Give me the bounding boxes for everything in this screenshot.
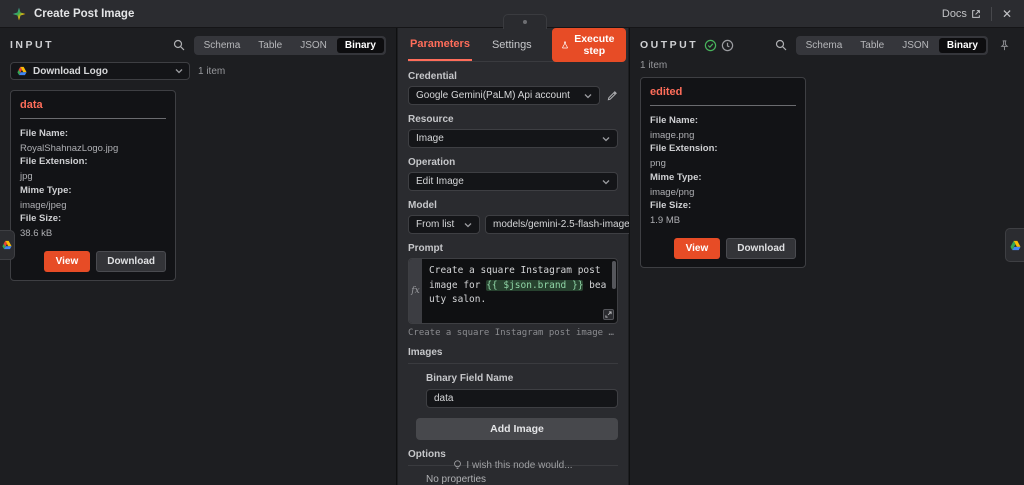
field-value: image.png <box>650 129 796 143</box>
input-panel: INPUT Schema Table JSON Binary Downl <box>0 28 397 485</box>
input-node-selector-value: Download Logo <box>33 66 169 77</box>
fx-icon: fx <box>411 286 419 296</box>
input-display-mode-tabs: Schema Table JSON Binary <box>194 36 386 55</box>
google-drive-icon <box>2 240 12 250</box>
google-drive-icon <box>1010 240 1021 251</box>
credential-select[interactable]: Google Gemini(PaLM) Api account <box>408 86 600 105</box>
field-label: File Extension: <box>650 142 796 157</box>
prompt-expression-editor[interactable]: fx Create a square Instagram post image … <box>408 258 618 324</box>
field-value: image/png <box>650 186 796 200</box>
close-icon[interactable]: ✕ <box>1002 7 1012 21</box>
canvas-node-stub-left[interactable] <box>0 230 15 260</box>
google-drive-icon <box>17 66 27 76</box>
prompt-label: Prompt <box>408 243 618 254</box>
chevron-down-icon <box>175 68 183 74</box>
output-tab-schema[interactable]: Schema <box>798 38 851 53</box>
field-value: 1.9 MB <box>650 214 796 228</box>
view-button[interactable]: View <box>674 238 721 259</box>
node-logo-icon <box>12 7 26 21</box>
input-tab-schema[interactable]: Schema <box>196 38 249 53</box>
output-search-icon[interactable] <box>772 36 790 54</box>
run-info-icon[interactable] <box>721 39 734 52</box>
pin-data-icon[interactable] <box>994 36 1014 54</box>
options-empty-text: No properties <box>426 474 618 485</box>
input-tab-table[interactable]: Table <box>250 38 290 53</box>
input-panel-title: INPUT <box>10 39 54 51</box>
field-label: File Size: <box>650 199 796 214</box>
execute-step-button[interactable]: Execute step <box>552 28 626 62</box>
expression-preview: Create a square Instagram post image for… <box>408 328 618 338</box>
binary-key: edited <box>650 86 796 98</box>
model-mode-select[interactable]: From list <box>408 215 480 234</box>
field-label: File Name: <box>650 114 796 129</box>
input-items-count: 1 item <box>198 66 225 77</box>
binary-key: data <box>20 99 166 111</box>
chevron-down-icon <box>602 179 610 185</box>
field-label: File Extension: <box>20 155 166 170</box>
field-value: image/jpeg <box>20 199 166 213</box>
chevron-down-icon <box>584 93 592 99</box>
output-tab-table[interactable]: Table <box>852 38 892 53</box>
node-details-view: Create Post Image Docs ✕ INPUT Schema Ta… <box>0 0 1024 485</box>
chevron-down-icon <box>602 136 610 142</box>
input-tab-json[interactable]: JSON <box>292 38 335 53</box>
docs-link[interactable]: Docs <box>942 8 981 20</box>
output-panel: OUTPUT Schema Table JSON Binary <box>629 28 1024 485</box>
resource-select[interactable]: Image <box>408 129 618 148</box>
field-value: png <box>650 157 796 171</box>
expand-editor-icon[interactable] <box>603 309 614 320</box>
operation-label: Operation <box>408 157 618 168</box>
external-link-icon <box>971 9 981 19</box>
tab-parameters[interactable]: Parameters <box>408 29 472 61</box>
flask-icon <box>562 40 568 50</box>
binary-field-name-label: Binary Field Name <box>426 373 618 384</box>
input-node-selector[interactable]: Download Logo <box>10 62 190 80</box>
field-label: File Size: <box>20 212 166 227</box>
editor-scrollbar[interactable] <box>612 261 616 289</box>
view-button[interactable]: View <box>44 251 91 272</box>
edit-pencil-icon[interactable] <box>607 90 618 101</box>
add-image-button[interactable]: Add Image <box>416 418 618 440</box>
success-check-icon <box>704 39 717 52</box>
expression-gutter: fx <box>409 259 422 323</box>
panel-drag-handle[interactable] <box>503 14 547 29</box>
download-button[interactable]: Download <box>96 251 166 272</box>
model-label: Model <box>408 200 618 211</box>
canvas-node-stub-right[interactable] <box>1005 228 1024 262</box>
node-feedback-link[interactable]: I wish this node would... <box>398 460 628 471</box>
output-panel-title: OUTPUT <box>640 39 698 51</box>
input-search-icon[interactable] <box>170 36 188 54</box>
credential-label: Credential <box>408 71 618 82</box>
binary-field-name-input[interactable] <box>426 389 618 408</box>
node-settings-panel: Parameters Settings Execute step Credent… <box>398 28 628 485</box>
output-tab-binary[interactable]: Binary <box>939 38 986 53</box>
download-button[interactable]: Download <box>726 238 796 259</box>
images-section-label: Images <box>408 347 618 364</box>
field-label: Mime Type: <box>650 171 796 186</box>
output-items-count: 1 item <box>640 60 667 71</box>
prompt-code[interactable]: Create a square Instagram post image for… <box>422 259 617 323</box>
field-label: Mime Type: <box>20 184 166 199</box>
field-value: jpg <box>20 170 166 184</box>
field-value: RoyalShahnazLogo.jpg <box>20 142 166 156</box>
field-label: File Name: <box>20 127 166 142</box>
output-display-mode-tabs: Schema Table JSON Binary <box>796 36 988 55</box>
node-title: Create Post Image <box>34 8 134 20</box>
output-tab-json[interactable]: JSON <box>894 38 937 53</box>
chevron-down-icon <box>464 222 472 228</box>
lightbulb-icon <box>453 460 462 471</box>
field-value: 38.6 kB <box>20 227 166 241</box>
output-binary-card: edited File Name: image.png File Extensi… <box>640 77 806 268</box>
input-binary-card: data File Name: RoyalShahnazLogo.jpg Fil… <box>10 90 176 281</box>
resource-label: Resource <box>408 114 618 125</box>
operation-select[interactable]: Edit Image <box>408 172 618 191</box>
tab-settings[interactable]: Settings <box>490 30 534 60</box>
input-tab-binary[interactable]: Binary <box>337 38 384 53</box>
